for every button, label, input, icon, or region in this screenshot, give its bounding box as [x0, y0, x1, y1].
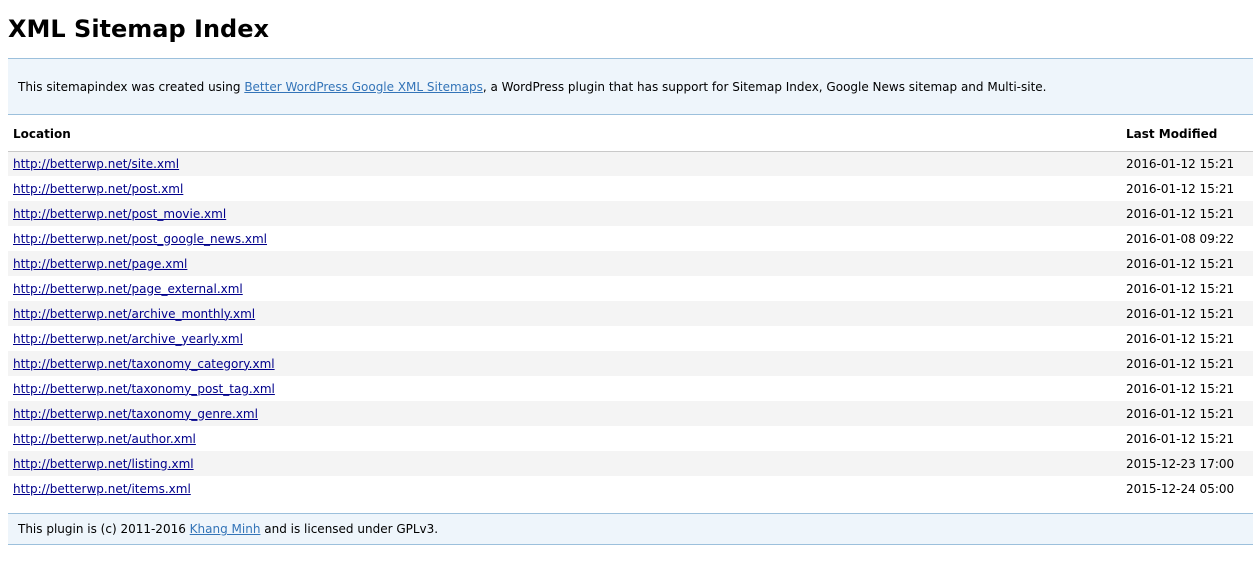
location-cell: http://betterwp.net/archive_monthly.xml [8, 301, 1121, 326]
sitemap-link[interactable]: http://betterwp.net/taxonomy_category.xm… [13, 357, 275, 371]
table-row: http://betterwp.net/archive_yearly.xml 20… [8, 326, 1253, 351]
table-row: http://betterwp.net/items.xml 2015-12-24 … [8, 476, 1253, 501]
location-cell: http://betterwp.net/page.xml [8, 251, 1121, 276]
sitemap-link[interactable]: http://betterwp.net/items.xml [13, 482, 191, 496]
sitemap-link[interactable]: http://betterwp.net/archive_monthly.xml [13, 307, 255, 321]
intro-text-after: , a WordPress plugin that has support fo… [482, 79, 1047, 94]
last-modified-cell: 2016-01-12 15:21 [1121, 426, 1253, 451]
location-cell: http://betterwp.net/post_movie.xml [8, 201, 1121, 226]
location-cell: http://betterwp.net/listing.xml [8, 451, 1121, 476]
last-modified-cell: 2016-01-12 15:21 [1121, 201, 1253, 226]
sitemap-table: Location Last Modified http://betterwp.n… [8, 117, 1253, 501]
page-title: XML Sitemap Index [8, 15, 269, 43]
table-row: http://betterwp.net/site.xml 2016-01-12 1… [8, 151, 1253, 176]
intro-box: This sitemapindex was created using Bett… [8, 58, 1253, 115]
table-row: http://betterwp.net/taxonomy_genre.xml 20… [8, 401, 1253, 426]
location-cell: http://betterwp.net/taxonomy_post_tag.xm… [8, 376, 1121, 401]
location-cell: http://betterwp.net/site.xml [8, 151, 1121, 176]
last-modified-cell: 2015-12-23 17:00 [1121, 451, 1253, 476]
last-modified-cell: 2016-01-12 15:21 [1121, 176, 1253, 201]
table-row: http://betterwp.net/taxonomy_category.xm… [8, 351, 1253, 376]
location-cell: http://betterwp.net/taxonomy_category.xm… [8, 351, 1121, 376]
sitemap-page: XML Sitemap Index This sitemapindex was … [0, 0, 1253, 545]
table-row: http://betterwp.net/author.xml 2016-01-12… [8, 426, 1253, 451]
last-modified-cell: 2016-01-12 15:21 [1121, 376, 1253, 401]
sitemap-link[interactable]: http://betterwp.net/taxonomy_post_tag.xm… [13, 382, 275, 396]
footer-text: This plugin is (c) 2011-2016 Khang Minh … [18, 522, 438, 536]
location-cell: http://betterwp.net/archive_yearly.xml [8, 326, 1121, 351]
sitemap-link[interactable]: http://betterwp.net/post_movie.xml [13, 207, 226, 221]
sitemap-link[interactable]: http://betterwp.net/author.xml [13, 432, 196, 446]
last-modified-header: Last Modified [1121, 117, 1253, 152]
location-cell: http://betterwp.net/items.xml [8, 476, 1121, 501]
last-modified-cell: 2016-01-12 15:21 [1121, 351, 1253, 376]
table-row: http://betterwp.net/listing.xml 2015-12-2… [8, 451, 1253, 476]
location-cell: http://betterwp.net/author.xml [8, 426, 1121, 451]
location-cell: http://betterwp.net/post_google_news.xml [8, 226, 1121, 251]
location-cell: http://betterwp.net/page_external.xml [8, 276, 1121, 301]
sitemap-link[interactable]: http://betterwp.net/listing.xml [13, 457, 194, 471]
table-row: http://betterwp.net/post.xml 2016-01-12 1… [8, 176, 1253, 201]
last-modified-cell: 2016-01-12 15:21 [1121, 401, 1253, 426]
table-row: http://betterwp.net/page.xml 2016-01-12 1… [8, 251, 1253, 276]
table-row: http://betterwp.net/post_google_news.xml… [8, 226, 1253, 251]
sitemap-link[interactable]: http://betterwp.net/archive_yearly.xml [13, 332, 243, 346]
last-modified-cell: 2016-01-12 15:21 [1121, 301, 1253, 326]
last-modified-cell: 2016-01-12 15:21 [1121, 326, 1253, 351]
footer-text-after: and is licensed under GPLv3. [260, 522, 439, 536]
last-modified-cell: 2016-01-12 15:21 [1121, 276, 1253, 301]
intro-text-before: This sitemapindex was created using [18, 79, 245, 94]
footer-text-before: This plugin is (c) 2011-2016 [18, 522, 190, 536]
last-modified-cell: 2016-01-12 15:21 [1121, 251, 1253, 276]
sitemap-link[interactable]: http://betterwp.net/taxonomy_genre.xml [13, 407, 258, 421]
footer-box: This plugin is (c) 2011-2016 Khang Minh … [8, 513, 1253, 545]
table-body: http://betterwp.net/site.xml 2016-01-12 1… [8, 151, 1253, 501]
location-header: Location [8, 117, 1121, 152]
table-row: http://betterwp.net/taxonomy_post_tag.xm… [8, 376, 1253, 401]
sitemap-link[interactable]: http://betterwp.net/post_google_news.xml [13, 232, 267, 246]
intro-text: This sitemapindex was created using Bett… [18, 80, 1047, 94]
last-modified-cell: 2015-12-24 05:00 [1121, 476, 1253, 501]
sitemap-link[interactable]: http://betterwp.net/page_external.xml [13, 282, 243, 296]
table-header-row: Location Last Modified [8, 117, 1253, 152]
author-link[interactable]: Khang Minh [190, 522, 261, 536]
table-row: http://betterwp.net/post_movie.xml 2016-0… [8, 201, 1253, 226]
location-cell: http://betterwp.net/post.xml [8, 176, 1121, 201]
last-modified-cell: 2016-01-08 09:22 [1121, 226, 1253, 251]
sitemap-link[interactable]: http://betterwp.net/site.xml [13, 157, 179, 171]
location-cell: http://betterwp.net/taxonomy_genre.xml [8, 401, 1121, 426]
sitemap-link[interactable]: http://betterwp.net/post.xml [13, 182, 183, 196]
table-row: http://betterwp.net/archive_monthly.xml 2… [8, 301, 1253, 326]
last-modified-cell: 2016-01-12 15:21 [1121, 151, 1253, 176]
plugin-link[interactable]: Better WordPress Google XML Sitemaps [244, 80, 483, 94]
sitemap-link[interactable]: http://betterwp.net/page.xml [13, 257, 187, 271]
table-row: http://betterwp.net/page_external.xml 201… [8, 276, 1253, 301]
